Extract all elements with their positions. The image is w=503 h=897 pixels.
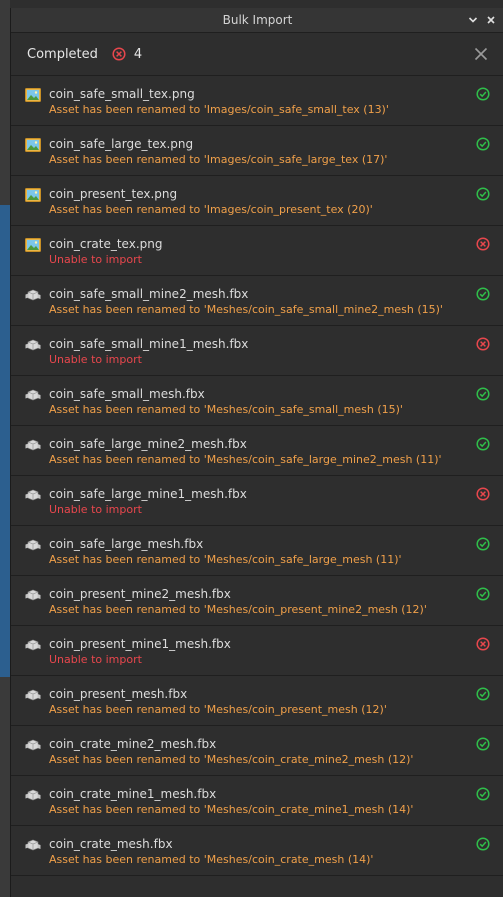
success-check-icon xyxy=(476,286,490,301)
image-icon xyxy=(25,237,41,252)
window-title: Bulk Import xyxy=(222,13,293,27)
mesh-icon xyxy=(25,337,41,351)
error-icon xyxy=(476,486,490,501)
success-check-icon xyxy=(476,736,490,751)
success-check-icon xyxy=(476,786,490,801)
error-message: Unable to import xyxy=(49,653,142,666)
list-item[interactable]: coin_safe_large_mine2_mesh.fbx Asset has … xyxy=(11,426,503,476)
mesh-icon xyxy=(25,287,41,301)
list-item[interactable]: coin_present_mine1_mesh.fbx Unable to imp… xyxy=(11,626,503,676)
rename-message: Asset has been renamed to 'Images/coin_s… xyxy=(49,103,389,116)
success-check-icon xyxy=(476,586,490,601)
file-name: coin_safe_small_mine2_mesh.fbx xyxy=(49,287,249,301)
list-item[interactable]: coin_safe_small_mesh.fbx Asset has been r… xyxy=(11,376,503,426)
success-check-icon xyxy=(476,436,490,451)
close-icon xyxy=(487,16,495,24)
close-icon xyxy=(474,47,488,61)
rename-message: Asset has been renamed to 'Meshes/coin_c… xyxy=(49,753,414,766)
background-selection xyxy=(0,205,10,677)
list-item[interactable]: coin_safe_large_mesh.fbx Asset has been r… xyxy=(11,526,503,576)
list-item[interactable]: coin_safe_small_mine1_mesh.fbx Unable to … xyxy=(11,326,503,376)
rename-message: Asset has been renamed to 'Images/coin_p… xyxy=(49,203,373,216)
list-item[interactable]: coin_present_mesh.fbx Asset has been rena… xyxy=(11,676,503,726)
mesh-icon xyxy=(25,387,41,401)
list-item[interactable]: coin_safe_large_mine1_mesh.fbx Unable to … xyxy=(11,476,503,526)
mesh-icon xyxy=(25,787,41,801)
list-item[interactable]: coin_present_tex.png Asset has been renam… xyxy=(11,176,503,226)
file-name: coin_safe_large_tex.png xyxy=(49,137,194,151)
close-window-button[interactable] xyxy=(486,15,496,25)
image-icon xyxy=(25,87,41,102)
import-results-list: coin_safe_small_tex.png Asset has been re… xyxy=(11,76,503,876)
file-name: coin_present_mine1_mesh.fbx xyxy=(49,637,231,651)
list-item[interactable]: coin_crate_mine2_mesh.fbx Asset has been … xyxy=(11,726,503,776)
mesh-icon xyxy=(25,437,41,451)
window-controls xyxy=(468,8,496,32)
file-name: coin_safe_large_mine2_mesh.fbx xyxy=(49,437,247,451)
mesh-icon xyxy=(25,537,41,551)
error-count-badge: 4 xyxy=(112,47,142,62)
completed-label: Completed xyxy=(27,46,98,62)
error-message: Unable to import xyxy=(49,353,142,366)
success-check-icon xyxy=(476,836,490,851)
error-message: Unable to import xyxy=(49,503,142,516)
mesh-icon xyxy=(25,687,41,701)
status-bar: Completed 4 xyxy=(11,33,503,76)
file-name: coin_safe_large_mesh.fbx xyxy=(49,537,204,551)
dismiss-button[interactable] xyxy=(474,47,488,61)
error-icon xyxy=(112,47,126,61)
error-icon xyxy=(476,236,490,251)
list-item[interactable]: coin_crate_mesh.fbx Asset has been rename… xyxy=(11,826,503,876)
file-name: coin_crate_mine1_mesh.fbx xyxy=(49,787,217,801)
list-item[interactable]: coin_crate_mine1_mesh.fbx Asset has been … xyxy=(11,776,503,826)
rename-message: Asset has been renamed to 'Images/coin_s… xyxy=(49,153,388,166)
file-name: coin_crate_mine2_mesh.fbx xyxy=(49,737,217,751)
file-name: coin_crate_mesh.fbx xyxy=(49,837,173,851)
file-name: coin_crate_tex.png xyxy=(49,237,163,251)
image-icon xyxy=(25,137,41,152)
file-name: coin_safe_large_mine1_mesh.fbx xyxy=(49,487,247,501)
image-icon xyxy=(25,187,41,202)
rename-message: Asset has been renamed to 'Meshes/coin_p… xyxy=(49,603,427,616)
list-item[interactable]: coin_safe_small_mine2_mesh.fbx Asset has … xyxy=(11,276,503,326)
rename-message: Asset has been renamed to 'Meshes/coin_s… xyxy=(49,303,443,316)
list-item[interactable]: coin_crate_tex.png Unable to import xyxy=(11,226,503,276)
file-name: coin_present_mine2_mesh.fbx xyxy=(49,587,231,601)
error-count: 4 xyxy=(133,46,143,62)
file-name: coin_safe_small_mesh.fbx xyxy=(49,387,205,401)
mesh-icon xyxy=(25,587,41,601)
success-check-icon xyxy=(476,86,490,101)
rename-message: Asset has been renamed to 'Meshes/coin_s… xyxy=(49,403,403,416)
success-check-icon xyxy=(476,186,490,201)
rename-message: Asset has been renamed to 'Meshes/coin_c… xyxy=(49,853,374,866)
list-item[interactable]: coin_safe_small_tex.png Asset has been re… xyxy=(11,76,503,126)
mesh-icon xyxy=(25,737,41,751)
mesh-icon xyxy=(25,487,41,501)
chevron-down-icon xyxy=(468,17,478,23)
bulk-import-window: Bulk Import Completed 4 coin_safe_small_… xyxy=(10,8,503,897)
rename-message: Asset has been renamed to 'Meshes/coin_c… xyxy=(49,803,414,816)
rename-message: Asset has been renamed to 'Meshes/coin_p… xyxy=(49,703,387,716)
file-name: coin_safe_small_tex.png xyxy=(49,87,195,101)
list-item[interactable]: coin_safe_large_tex.png Asset has been re… xyxy=(11,126,503,176)
error-icon xyxy=(476,336,490,351)
success-check-icon xyxy=(476,136,490,151)
success-check-icon xyxy=(476,386,490,401)
file-name: coin_safe_small_mine1_mesh.fbx xyxy=(49,337,249,351)
list-item[interactable]: coin_present_mine2_mesh.fbx Asset has bee… xyxy=(11,576,503,626)
titlebar[interactable]: Bulk Import xyxy=(11,8,503,33)
error-message: Unable to import xyxy=(49,253,142,266)
error-icon xyxy=(476,636,490,651)
mesh-icon xyxy=(25,637,41,651)
success-check-icon xyxy=(476,686,490,701)
success-check-icon xyxy=(476,536,490,551)
background-panel xyxy=(0,0,10,897)
rename-message: Asset has been renamed to 'Meshes/coin_s… xyxy=(49,453,442,466)
collapse-button[interactable] xyxy=(468,15,478,25)
rename-message: Asset has been renamed to 'Meshes/coin_s… xyxy=(49,553,402,566)
mesh-icon xyxy=(25,837,41,851)
file-name: coin_present_mesh.fbx xyxy=(49,687,188,701)
file-name: coin_present_tex.png xyxy=(49,187,178,201)
